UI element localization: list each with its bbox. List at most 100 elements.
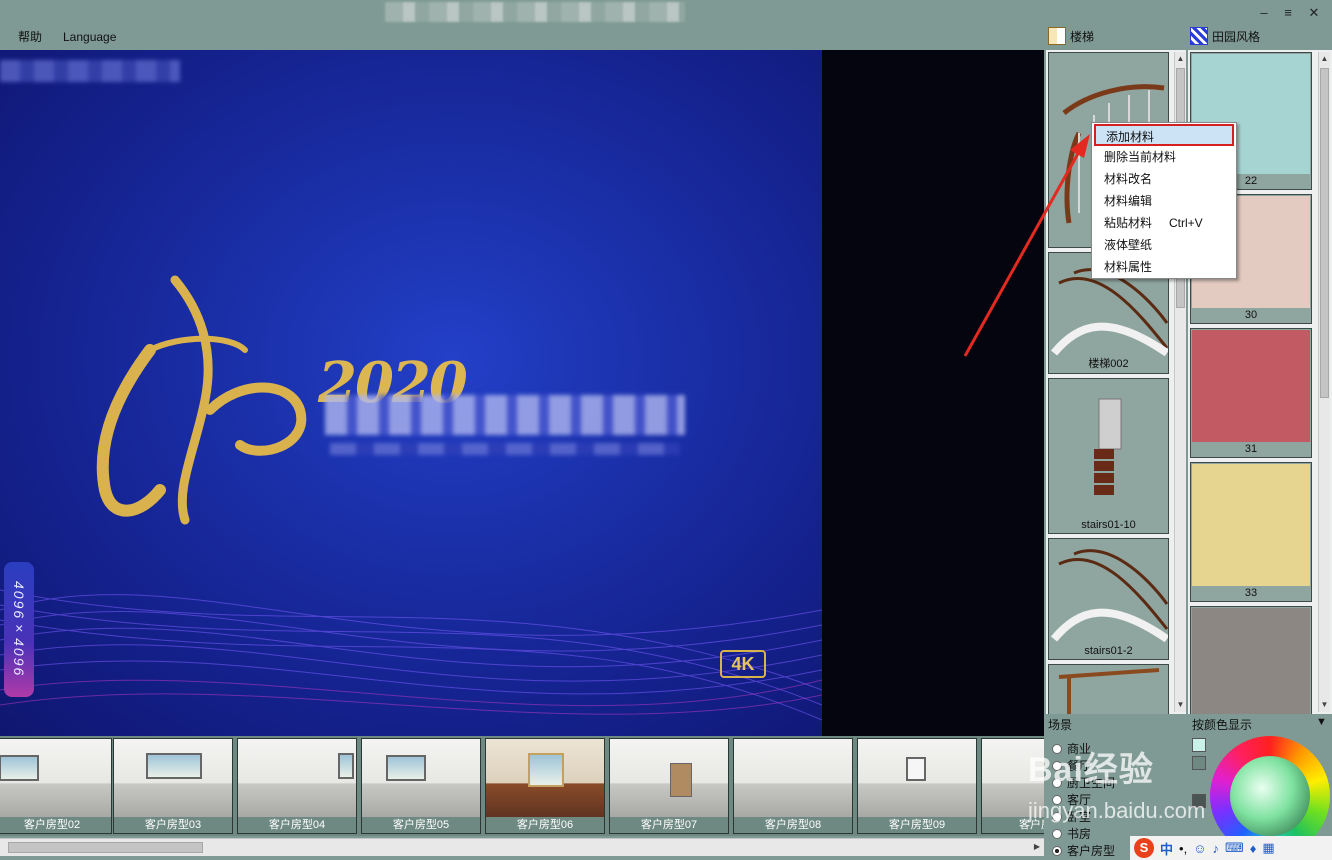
scene-option-label: 书房	[1067, 827, 1092, 841]
scene-label: 场景	[1048, 718, 1073, 732]
blurred-subtitle	[325, 395, 685, 435]
grid-icon[interactable]: ▦	[1262, 840, 1274, 856]
materials-scrollbar[interactable]: ▲ ▼	[1318, 52, 1330, 712]
stair-preview	[1058, 668, 1160, 714]
menu-edit-material[interactable]: 材料编辑	[1094, 190, 1234, 212]
tab-stairs[interactable]: 楼梯	[1048, 26, 1094, 46]
room-preview	[610, 739, 728, 819]
menu-bar: 帮助 Language	[0, 26, 1044, 50]
menu-material-properties[interactable]: 材料属性	[1094, 256, 1234, 278]
scene-option-label: 客户房型	[1067, 844, 1116, 858]
keyboard-icon[interactable]: ⌨	[1225, 840, 1244, 856]
library-tabs: 楼梯 田园风格	[1044, 24, 1332, 48]
menu-language[interactable]: Language	[63, 29, 116, 45]
menu-button[interactable]: ≡	[1278, 5, 1298, 21]
scroll-up-icon[interactable]: ▲	[1319, 52, 1330, 66]
menu-label: 材料编辑	[1104, 194, 1153, 208]
resolution-label: 4096×4096	[11, 581, 27, 678]
badge-4k: 4K	[720, 650, 766, 678]
window-title-blurred	[385, 2, 685, 22]
room-thumbnail[interactable]: 客户房型04	[237, 738, 357, 834]
room-label: 客户房型07	[610, 817, 728, 833]
scroll-down-icon[interactable]: ▼	[1319, 698, 1330, 712]
menu-liquid-wallpaper[interactable]: 液体壁纸	[1094, 234, 1234, 256]
room-preview	[238, 739, 356, 819]
color-swatch[interactable]	[1192, 738, 1206, 752]
ime-language[interactable]: 中	[1160, 839, 1173, 858]
menu-delete-material[interactable]: 删除当前材料	[1094, 146, 1234, 168]
scroll-down-icon[interactable]: ▼	[1175, 698, 1186, 712]
tab-pastoral[interactable]: 田园风格	[1190, 26, 1260, 46]
material-label: 30	[1244, 309, 1258, 321]
ime-punctuation[interactable]: •,	[1179, 841, 1187, 856]
collapse-icon[interactable]: ▼	[1316, 716, 1327, 728]
stair-preview	[1050, 549, 1168, 643]
render-viewport[interactable]: 2020 4K 4096×4096	[0, 50, 1044, 736]
menu-label: 粘贴材料	[1104, 216, 1153, 230]
stairs-icon	[1048, 27, 1066, 45]
stair-label: 楼梯002	[1088, 358, 1129, 370]
menu-label: 材料改名	[1104, 172, 1153, 186]
menu-label: 删除当前材料	[1104, 150, 1177, 164]
color-wheel-center[interactable]	[1230, 756, 1310, 836]
baidu-watermark: Bai经验	[1028, 751, 1154, 789]
menu-shortcut: Ctrl+V	[1169, 216, 1203, 230]
menu-label: 添加材料	[1106, 130, 1155, 144]
stair-label: stairs01-2	[1084, 645, 1133, 657]
radio-selected-icon	[1052, 845, 1062, 856]
close-button[interactable]: ✕	[1304, 5, 1324, 21]
menu-help[interactable]: 帮助	[18, 29, 42, 45]
room-thumbnail[interactable]: 客户房型07	[609, 738, 729, 834]
emoji-icon[interactable]: ☺	[1193, 841, 1206, 856]
thumbnails-scrollbar[interactable]: ▶	[0, 838, 1044, 856]
window-preview	[906, 757, 926, 781]
stair-tile[interactable]	[1048, 664, 1169, 714]
room-thumbnail[interactable]: 客户房型06	[485, 738, 605, 834]
room-label: 客户房型04	[238, 817, 356, 833]
room-label: 客户房型05	[362, 817, 480, 833]
material-tile[interactable]	[1190, 606, 1312, 714]
material-tile[interactable]: 31	[1190, 328, 1312, 458]
material-swatch	[1192, 330, 1310, 442]
room-preview	[734, 739, 852, 819]
stair-tile[interactable]: stairs01-10	[1048, 378, 1169, 534]
menu-add-material[interactable]: 添加材料	[1094, 124, 1234, 146]
material-tile[interactable]: 33	[1190, 462, 1312, 602]
room-thumbnails: 客户房型02 客户房型03 客户房型04 客户房型05 客户房型06 客户房型0…	[0, 736, 1044, 836]
scene-option-selected[interactable]: 客户房型	[1052, 842, 1115, 859]
blurred-subtitle-2	[330, 443, 680, 455]
stair-tile[interactable]: stairs01-2	[1048, 538, 1169, 660]
menu-rename-material[interactable]: 材料改名	[1094, 168, 1234, 190]
menu-label: 液体壁纸	[1104, 238, 1153, 252]
sogou-logo-icon[interactable]: S	[1134, 838, 1154, 858]
minimize-button[interactable]: –	[1254, 5, 1274, 21]
ime-toolbar: S 中 •, ☺ ♪ ⌨ ♦ ▦	[1130, 836, 1332, 860]
scroll-up-icon[interactable]: ▲	[1175, 52, 1186, 66]
room-thumbnail[interactable]: 客户房型02	[0, 738, 112, 834]
room-thumbnail[interactable]: 客户房型09	[857, 738, 977, 834]
room-thumbnail[interactable]: 客户房型08	[733, 738, 853, 834]
menu-paste-material[interactable]: 粘贴材料 Ctrl+V	[1094, 212, 1234, 234]
stair-label: stairs01-10	[1081, 519, 1136, 531]
color-panel-label: 按颜色显示	[1192, 718, 1253, 732]
scene-option[interactable]: 书房	[1052, 825, 1091, 842]
pattern-icon	[1190, 27, 1208, 45]
room-thumbnail[interactable]: 客户房型05	[361, 738, 481, 834]
material-label: 33	[1244, 587, 1258, 599]
room-thumbnail[interactable]: 客户房型03	[113, 738, 233, 834]
microphone-icon[interactable]: ♪	[1212, 841, 1219, 856]
radio-icon	[1052, 828, 1062, 839]
scrollbar-thumb[interactable]	[1320, 68, 1329, 398]
scroll-right-icon[interactable]: ▶	[1030, 840, 1044, 854]
material-swatch	[1192, 608, 1310, 714]
room-preview	[114, 739, 232, 819]
room-label: 客户房型08	[734, 817, 852, 833]
skin-icon[interactable]: ♦	[1250, 841, 1257, 856]
room-label: 客户房型06	[486, 817, 604, 833]
scrollbar-thumb[interactable]	[8, 842, 203, 853]
title-bar: – ≡ ✕	[0, 0, 1332, 26]
room-label: 客户房型09	[858, 817, 976, 833]
window-preview	[528, 753, 564, 787]
room-label: 客户房型03	[114, 817, 232, 833]
color-swatch[interactable]	[1192, 756, 1206, 770]
